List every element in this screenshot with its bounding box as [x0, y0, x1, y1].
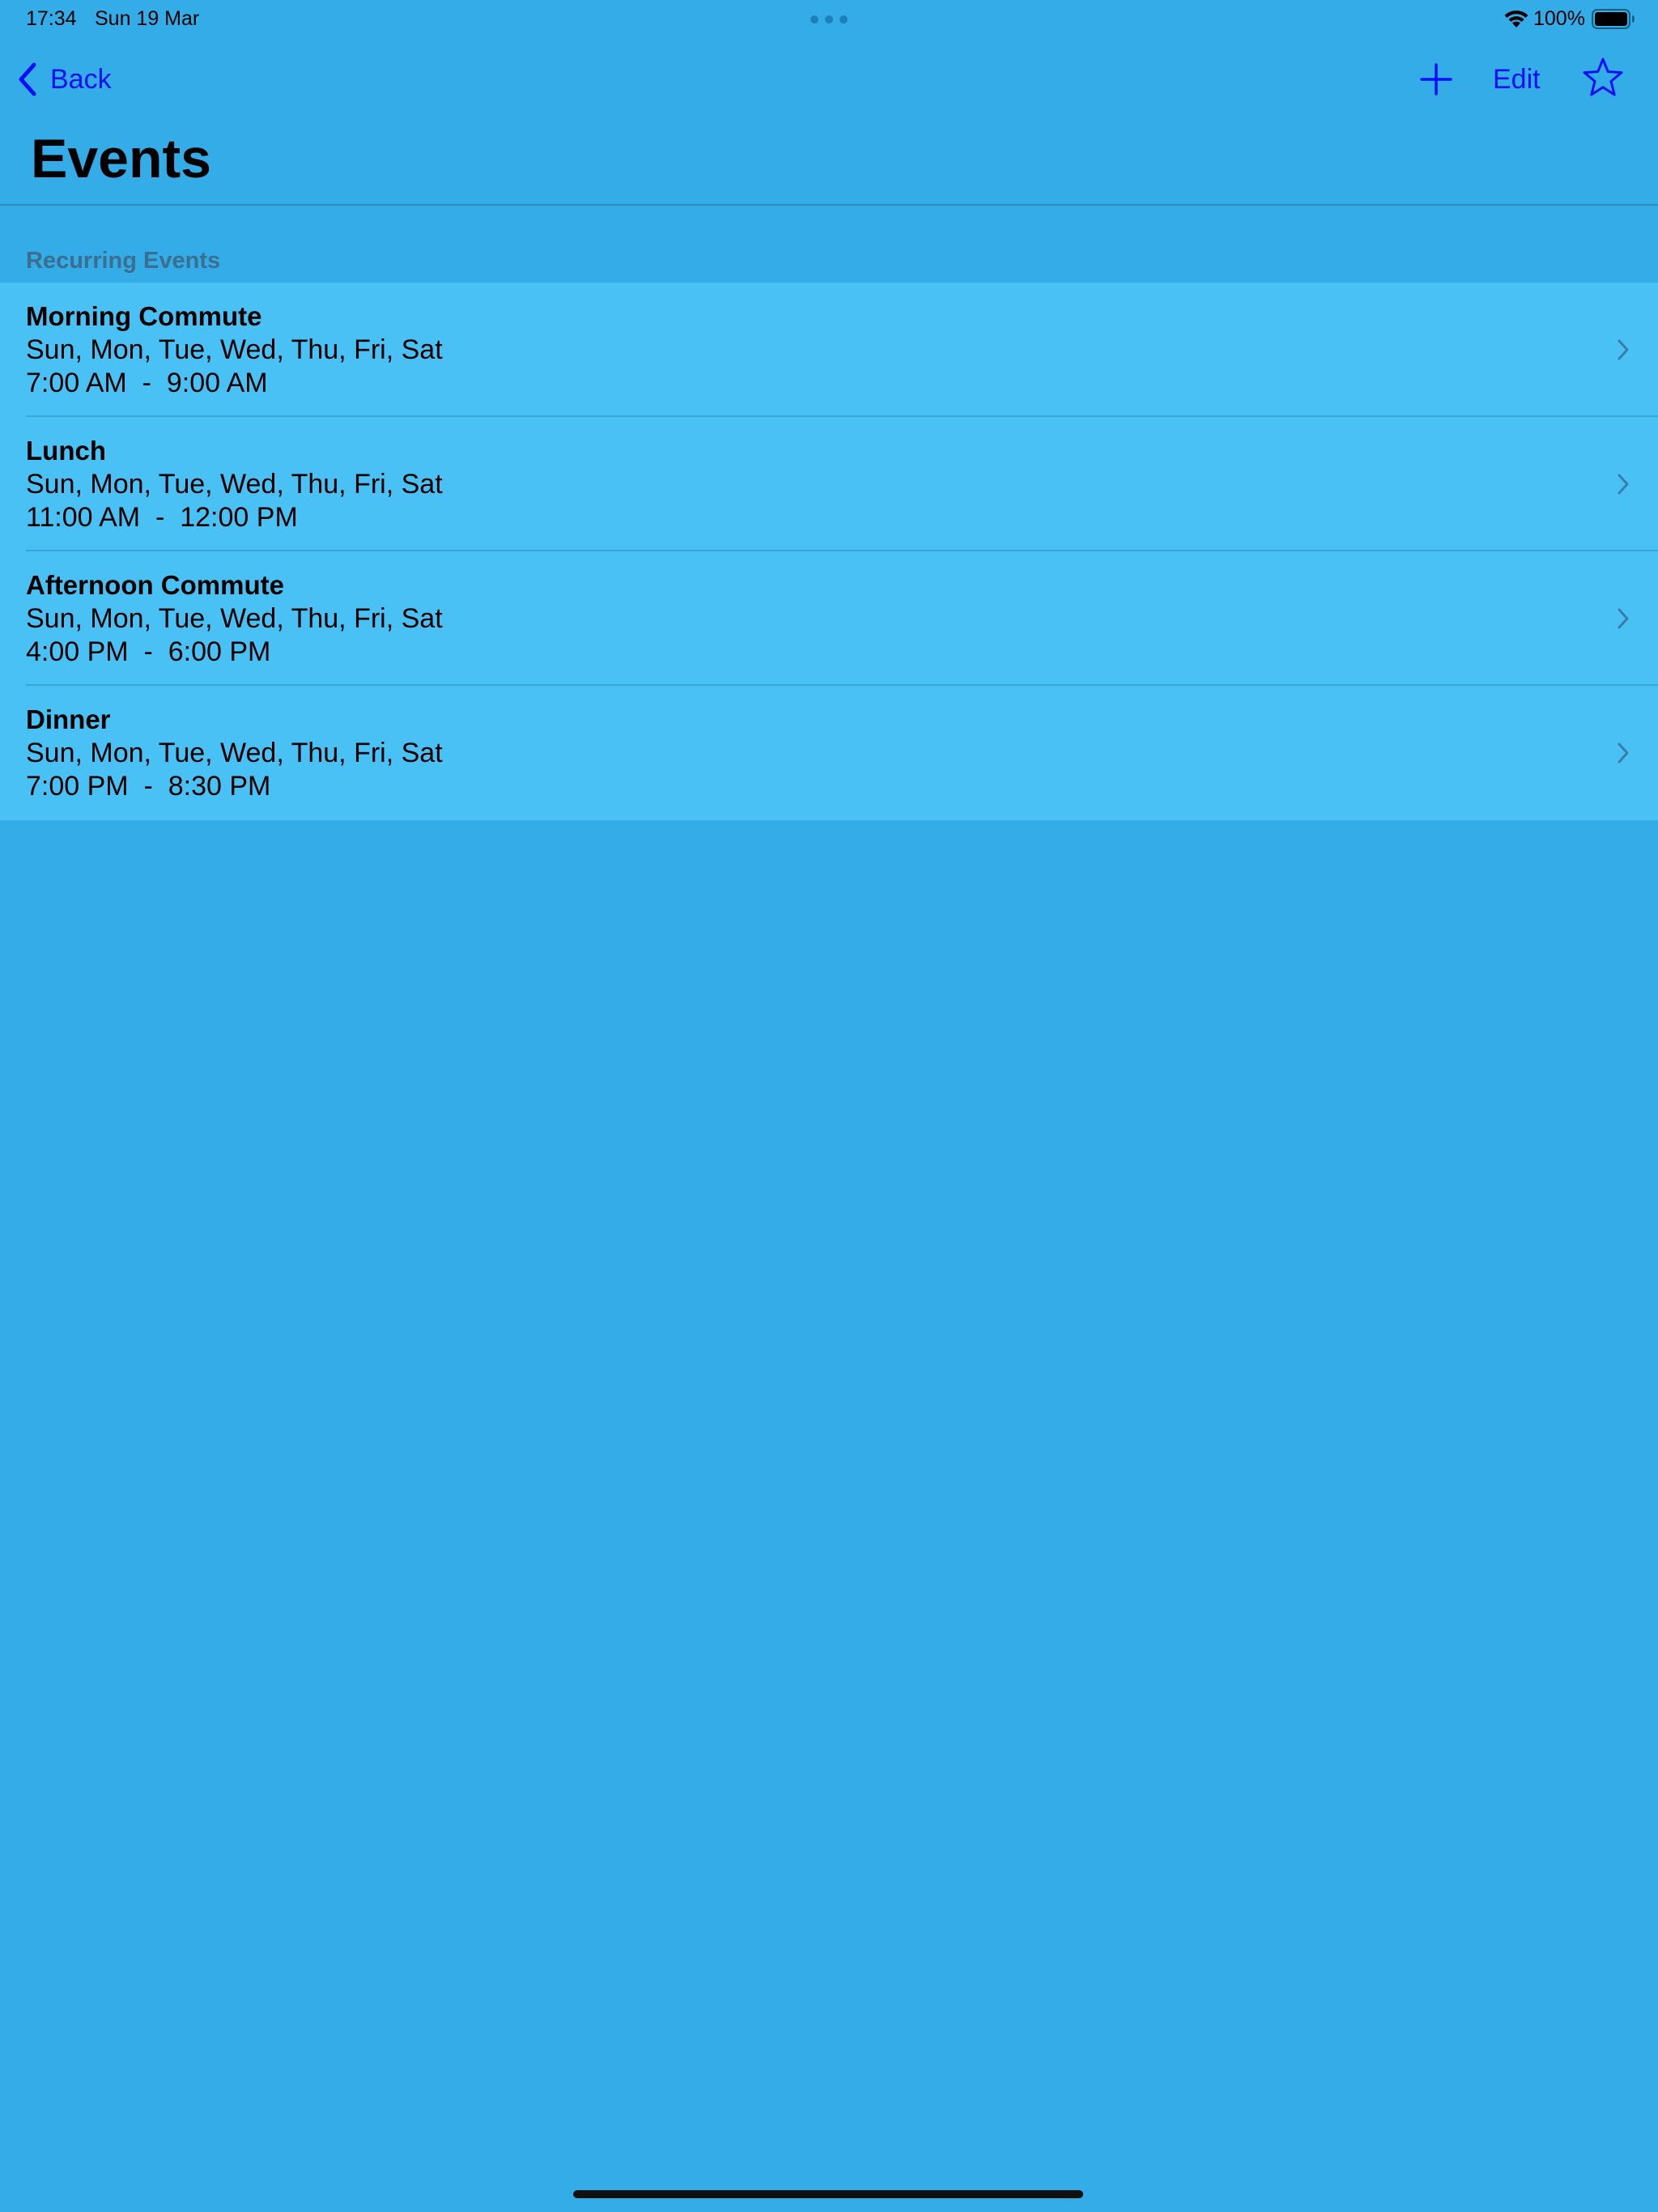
- event-days: Sun, Mon, Tue, Wed, Thu, Fri, Sat: [26, 603, 443, 634]
- status-date: Sun 19 Mar: [95, 7, 200, 30]
- page-title: Events: [31, 128, 211, 189]
- status-time: 17:34: [26, 7, 77, 30]
- chevron-right-icon: [1618, 339, 1629, 360]
- event-title: Afternoon Commute: [26, 570, 284, 600]
- event-row-morning-commute[interactable]: Morning Commute Sun, Mon, Tue, Wed, Thu,…: [0, 283, 1658, 417]
- edit-button[interactable]: Edit: [1493, 62, 1541, 97]
- chevron-right-icon: [1618, 742, 1629, 764]
- event-row-dinner[interactable]: Dinner Sun, Mon, Tue, Wed, Thu, Fri, Sat…: [0, 686, 1658, 820]
- status-bar: 17:34 Sun 19 Mar 100%: [0, 0, 1658, 39]
- event-time: 7:00 AM - 9:00 AM: [26, 368, 268, 398]
- back-button[interactable]: Back: [16, 57, 112, 102]
- event-time: 7:00 PM - 8:30 PM: [26, 771, 271, 802]
- wifi-icon: [1504, 10, 1528, 28]
- event-row-lunch[interactable]: Lunch Sun, Mon, Tue, Wed, Thu, Fri, Sat …: [0, 417, 1658, 551]
- battery-level-fill: [1595, 12, 1627, 26]
- event-days: Sun, Mon, Tue, Wed, Thu, Fri, Sat: [26, 738, 443, 768]
- event-list: Morning Commute Sun, Mon, Tue, Wed, Thu,…: [0, 283, 1658, 820]
- event-title: Morning Commute: [26, 301, 262, 331]
- event-time: 4:00 PM - 6:00 PM: [26, 636, 271, 667]
- event-days: Sun, Mon, Tue, Wed, Thu, Fri, Sat: [26, 469, 443, 500]
- event-title: Lunch: [26, 436, 106, 466]
- navigation-bar: Back Edit Events: [0, 39, 1658, 206]
- home-indicator[interactable]: [573, 2190, 1083, 2198]
- section-header: Recurring Events: [26, 248, 221, 274]
- event-time: 11:00 AM - 12:00 PM: [26, 502, 298, 533]
- plus-icon[interactable]: [1418, 60, 1454, 99]
- chevron-right-icon: [1618, 474, 1629, 495]
- battery-icon: [1592, 9, 1635, 29]
- battery-percent: 100%: [1533, 7, 1585, 30]
- chevron-right-icon: [1618, 608, 1629, 629]
- more-dots-icon[interactable]: [810, 15, 848, 24]
- chevron-left-icon: [19, 62, 36, 96]
- event-title: Dinner: [26, 704, 111, 734]
- event-days: Sun, Mon, Tue, Wed, Thu, Fri, Sat: [26, 334, 443, 365]
- star-icon[interactable]: [1582, 57, 1624, 99]
- event-row-afternoon-commute[interactable]: Afternoon Commute Sun, Mon, Tue, Wed, Th…: [0, 551, 1658, 686]
- back-button-label: Back: [50, 63, 112, 95]
